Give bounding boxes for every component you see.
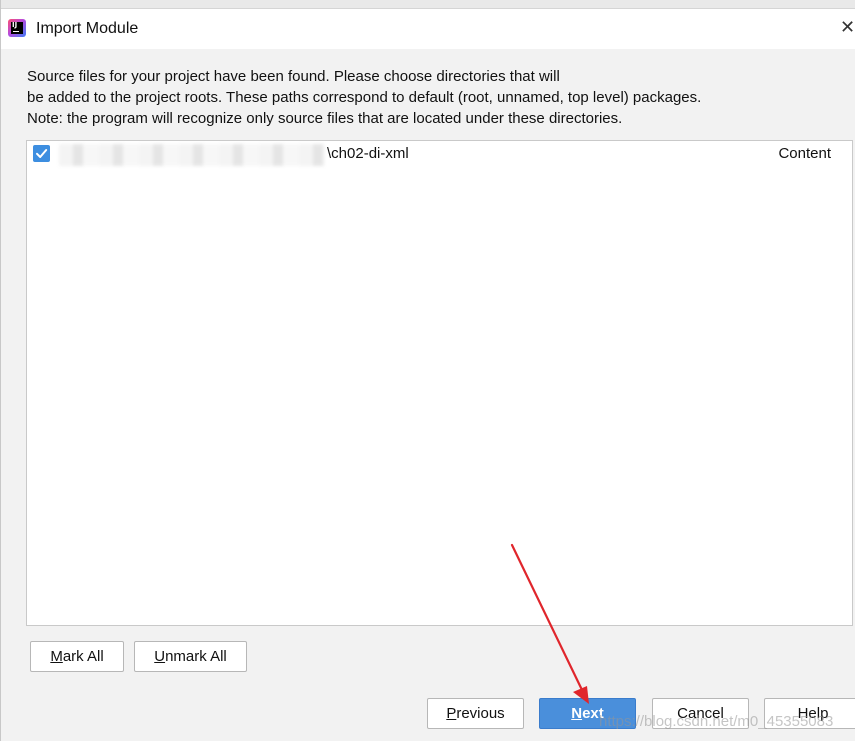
cancel-button[interactable]: Cancel bbox=[652, 698, 749, 729]
unmark-all-mnemonic: U bbox=[154, 648, 166, 665]
unmark-all-button[interactable]: Unmark All bbox=[134, 641, 247, 672]
directory-checkbox[interactable] bbox=[33, 145, 50, 162]
mark-all-mnemonic: M bbox=[50, 648, 63, 665]
close-icon[interactable]: ✕ bbox=[840, 17, 855, 39]
mark-all-label: ark All bbox=[62, 648, 104, 665]
previous-mnemonic: P bbox=[446, 705, 457, 722]
next-label: ext bbox=[582, 705, 604, 722]
instructions-text: Source files for your project have been … bbox=[27, 66, 701, 129]
background-window-strip bbox=[1, 0, 855, 9]
instructions-line-3: Note: the program will recognize only so… bbox=[27, 110, 623, 127]
help-button[interactable]: Help bbox=[764, 698, 855, 729]
previous-button[interactable]: Previous bbox=[427, 698, 524, 729]
intellij-idea-icon: IJ bbox=[8, 19, 26, 37]
directory-root-type: Content bbox=[778, 145, 831, 162]
directory-path: \ch02-di-xml bbox=[327, 145, 409, 162]
previous-label: revious bbox=[456, 705, 505, 722]
redacted-path bbox=[59, 144, 325, 166]
title-bar: IJ Import Module ✕ bbox=[1, 9, 855, 49]
instructions-line-1: Source files for your project have been … bbox=[27, 68, 560, 85]
unmark-all-label: nmark All bbox=[165, 648, 227, 665]
source-directories-list[interactable]: \ch02-di-xml Content bbox=[26, 140, 853, 626]
mark-all-button[interactable]: Mark All bbox=[30, 641, 124, 672]
import-module-dialog: IJ Import Module ✕ Source files for your… bbox=[0, 0, 855, 741]
next-mnemonic: N bbox=[571, 705, 583, 722]
list-item[interactable]: \ch02-di-xml Content bbox=[27, 141, 852, 167]
checkmark-icon bbox=[36, 149, 48, 158]
instructions-line-2: be added to the project roots. These pat… bbox=[27, 89, 702, 106]
dialog-title: Import Module bbox=[36, 20, 139, 37]
next-button[interactable]: Next bbox=[539, 698, 636, 729]
